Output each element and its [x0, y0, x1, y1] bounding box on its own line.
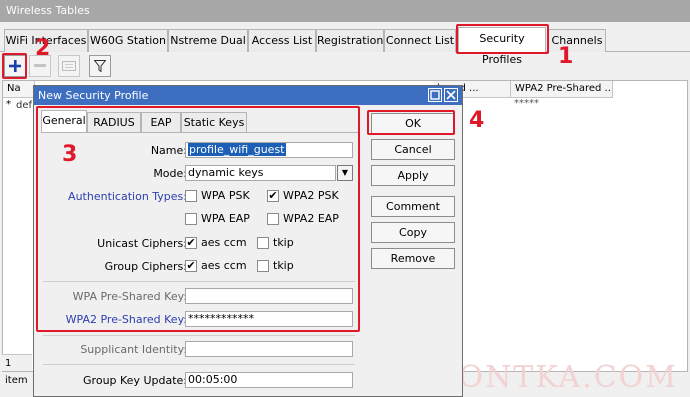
row-marker: * — [6, 99, 11, 110]
annotation-number-1: 1 — [558, 44, 574, 69]
filter-button[interactable] — [89, 55, 111, 77]
highlight-security-profiles — [456, 24, 549, 54]
separator — [43, 364, 355, 365]
maximize-icon — [430, 90, 440, 100]
comment-dialog-button[interactable]: Comment — [371, 196, 455, 217]
row-name[interactable]: def — [16, 100, 32, 111]
row-wpa2-key: ***** — [514, 98, 539, 109]
separator — [43, 335, 355, 336]
maximize-button[interactable] — [428, 88, 442, 102]
tab-access-list[interactable]: Access List — [248, 29, 316, 52]
annotation-number-4: 4 — [469, 108, 485, 133]
column-header-wpa2-key[interactable]: WPA2 Pre-Shared ... — [511, 81, 613, 98]
annotation-number-2: 2 — [35, 36, 51, 61]
toolbar — [0, 53, 690, 79]
tab-nstreme-dual[interactable]: Nstreme Dual — [168, 29, 248, 52]
highlight-add-button — [2, 53, 27, 79]
tab-w60g-station[interactable]: W60G Station — [88, 29, 168, 52]
highlight-general-panel — [36, 106, 360, 332]
remove-dialog-button[interactable]: Remove — [371, 248, 455, 269]
copy-button[interactable]: Copy — [371, 222, 455, 243]
supplicant-identity-label: Supplicant Identity: — [80, 343, 187, 356]
close-icon — [446, 90, 456, 100]
supplicant-identity-field[interactable] — [185, 341, 353, 357]
window-title: Wireless Tables — [0, 0, 690, 22]
apply-button[interactable]: Apply — [371, 165, 455, 186]
tab-channels[interactable]: Channels — [548, 29, 606, 52]
close-button[interactable] — [444, 88, 458, 102]
tab-registration[interactable]: Registration — [316, 29, 384, 52]
tab-connect-list[interactable]: Connect List — [384, 29, 456, 52]
annotation-number-3: 3 — [62, 142, 78, 167]
group-key-update-label: Group Key Update: — [83, 374, 187, 387]
group-key-update-field[interactable]: 00:05:00 — [185, 372, 353, 388]
status-bar: 1 item — [2, 354, 32, 386]
column-header-name[interactable]: Na — [3, 81, 35, 98]
tab-bar: WiFi Interfaces W60G Station Nstreme Dua… — [0, 27, 690, 66]
filter-icon — [94, 60, 106, 72]
minus-icon — [34, 64, 46, 67]
cancel-button[interactable]: Cancel — [371, 139, 455, 160]
note-icon — [62, 61, 76, 71]
dialog-title: New Security Profile — [34, 86, 462, 105]
comment-button[interactable] — [58, 55, 80, 77]
highlight-ok-button — [367, 110, 455, 135]
